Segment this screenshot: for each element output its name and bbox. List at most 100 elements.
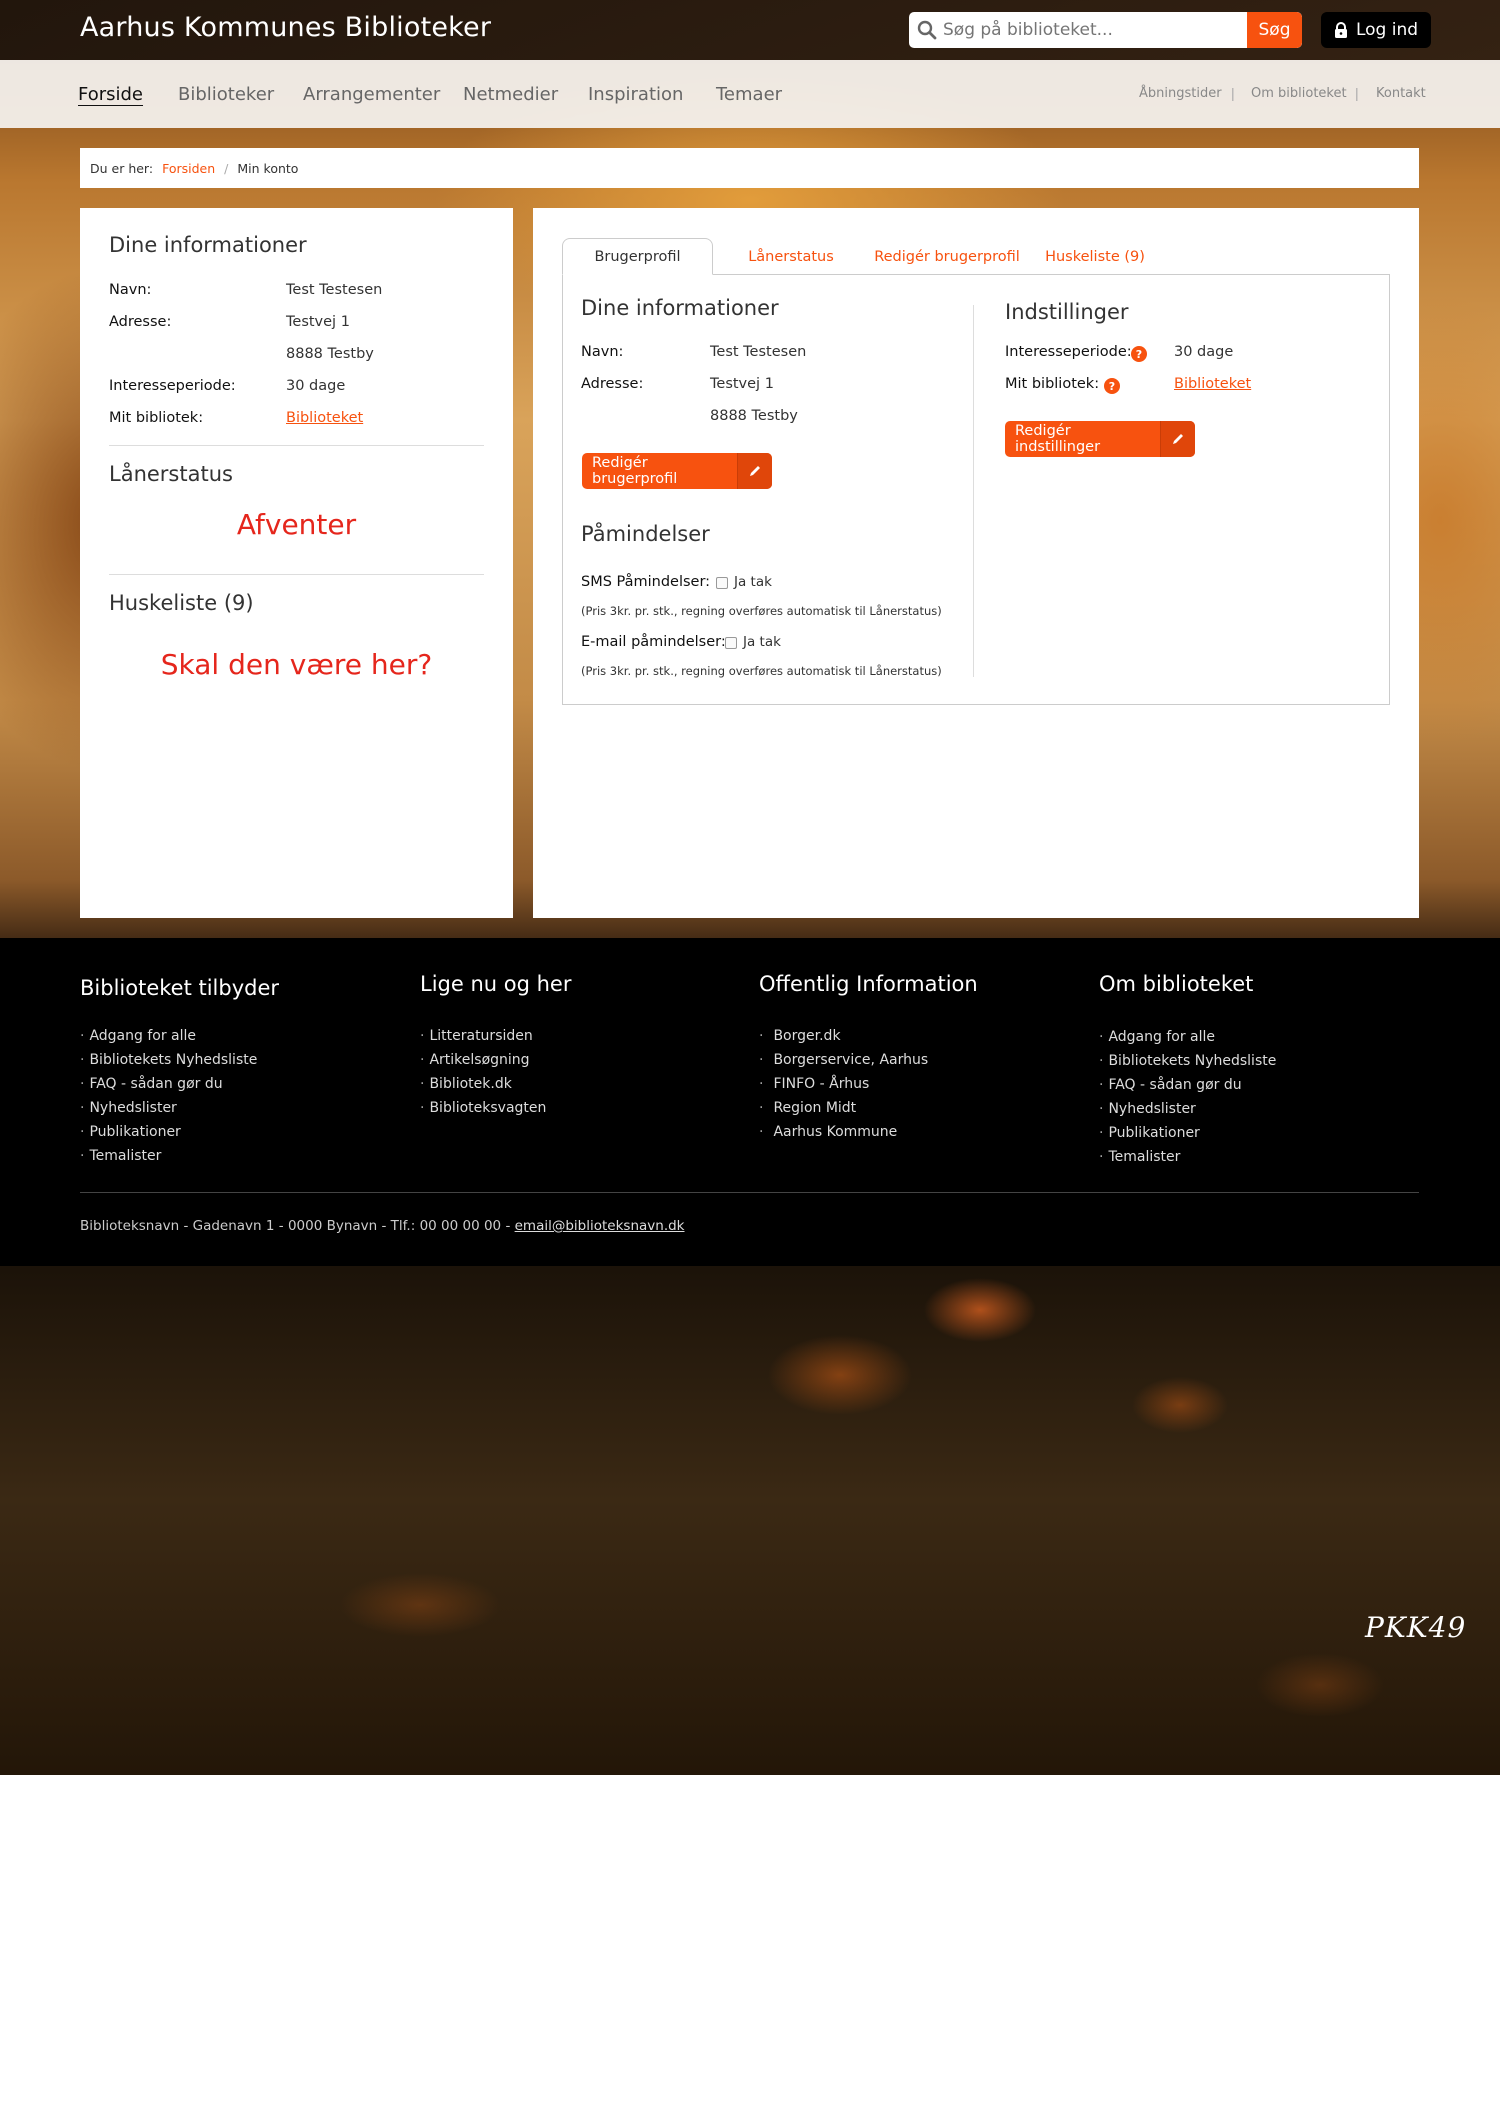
- footer-link[interactable]: · Bibliotekets Nyhedsliste: [1099, 1049, 1276, 1073]
- footer-link[interactable]: · Biblioteksvagten: [420, 1096, 546, 1120]
- footer-link[interactable]: · Adgang for alle: [80, 1024, 257, 1048]
- footer-link[interactable]: · Publikationer: [80, 1120, 257, 1144]
- loan-status-value: Afventer: [236, 508, 357, 541]
- footer-link[interactable]: · Aarhus Kommune: [759, 1120, 928, 1144]
- footer-heading: Lige nu og her: [420, 972, 572, 996]
- footer-link-list: · Adgang for alle · Bibliotekets Nyhedslis…: [1099, 1025, 1276, 1169]
- breadcrumb-home-link[interactable]: Forsiden: [162, 161, 215, 176]
- tab-brugerprofil[interactable]: Brugerprofil: [562, 238, 713, 275]
- lock-icon: [1334, 21, 1347, 38]
- main-nav: Forside Biblioteker Arrangementer Netmed…: [0, 60, 1500, 128]
- my-library-link[interactable]: Biblioteket: [286, 410, 363, 426]
- util-separator: |: [1231, 85, 1235, 101]
- footer-link[interactable]: · Temalister: [1099, 1145, 1276, 1169]
- profile-info-heading: Dine informationer: [581, 296, 779, 320]
- site-footer: Biblioteket tilbyder · Adgang for alle · B…: [0, 938, 1500, 1266]
- breadcrumb-separator: /: [224, 160, 229, 176]
- email-price-note: (Pris 3kr. pr. stk., regning overføres a…: [581, 664, 942, 678]
- my-library-label: Mit bibliotek:: [109, 410, 204, 426]
- footer-link[interactable]: · Nyhedslister: [1099, 1097, 1276, 1121]
- settings-library-label: Mit bibliotek:: [1005, 376, 1100, 392]
- footer-heading: Om biblioteket: [1099, 972, 1254, 996]
- footer-link[interactable]: · Adgang for alle: [1099, 1025, 1276, 1049]
- util-link-contact[interactable]: Kontakt: [1376, 86, 1426, 101]
- account-details-panel: Brugerprofil Lånerstatus Redigér brugerp…: [533, 208, 1419, 918]
- divider: [109, 574, 484, 575]
- edit-settings-button-label: Redigér indstillinger: [1015, 423, 1101, 455]
- footer-link[interactable]: · Region Midt: [759, 1096, 928, 1120]
- profile-name-value: Test Testesen: [710, 344, 807, 360]
- footer-divider: [80, 1192, 1419, 1193]
- edit-profile-button[interactable]: Redigér brugerprofil: [582, 453, 772, 489]
- address-line1: Testvej 1: [286, 314, 350, 330]
- nav-item-inspiration[interactable]: Inspiration: [588, 84, 683, 105]
- settings-interest-value: 30 dage: [1174, 344, 1234, 360]
- tab-content: Dine informationer Navn: Test Testesen A…: [562, 274, 1390, 705]
- sms-reminder-option[interactable]: Ja tak: [734, 574, 772, 590]
- name-value: Test Testesen: [286, 282, 383, 298]
- footer-link[interactable]: · FINFO - Århus: [759, 1072, 928, 1096]
- nav-item-forside[interactable]: Forside: [78, 84, 143, 105]
- interest-period-label: Interesseperiode:: [109, 378, 236, 394]
- breadcrumb: Du er her: Forsiden / Min konto: [80, 148, 1419, 188]
- footer-link[interactable]: · Artikelsøgning: [420, 1048, 546, 1072]
- wishlist-heading[interactable]: Huskeliste (9): [109, 591, 254, 615]
- tab-huskeliste[interactable]: Huskeliste (9): [1040, 238, 1150, 275]
- nav-item-netmedier[interactable]: Netmedier: [463, 84, 558, 105]
- settings-library-link[interactable]: Biblioteket: [1174, 376, 1251, 392]
- sms-reminder-checkbox[interactable]: [716, 577, 728, 589]
- watermark: PKK49: [1365, 1611, 1467, 1644]
- site-title[interactable]: Aarhus Kommunes Biblioteker: [80, 12, 491, 43]
- footer-link[interactable]: · Nyhedslister: [80, 1096, 257, 1120]
- search-input[interactable]: [943, 12, 1243, 48]
- email-reminder-label: E-mail påmindelser:: [581, 634, 726, 650]
- util-link-opening-hours[interactable]: Åbningstider: [1139, 86, 1222, 101]
- pencil-icon: [736, 453, 772, 489]
- util-link-about[interactable]: Om biblioteket: [1251, 86, 1347, 101]
- footer-link[interactable]: · Borgerservice, Aarhus: [759, 1048, 928, 1072]
- footer-link-list: · Adgang for alle · Bibliotekets Nyhedslis…: [80, 1024, 257, 1168]
- breadcrumb-label: Du er her:: [90, 160, 154, 176]
- search-button[interactable]: Søg: [1247, 12, 1302, 48]
- top-bar: Aarhus Kommunes Biblioteker Søg Log ind: [0, 0, 1500, 60]
- help-icon[interactable]: ?: [1104, 378, 1120, 394]
- info-heading: Dine informationer: [109, 233, 307, 257]
- login-label: Log ind: [1355, 20, 1419, 40]
- nav-item-temaer[interactable]: Temaer: [716, 84, 782, 105]
- footer-link[interactable]: · FAQ - sådan gør du: [1099, 1073, 1276, 1097]
- footer-link[interactable]: · Bibliotek.dk: [420, 1072, 546, 1096]
- footer-link[interactable]: · Temalister: [80, 1144, 257, 1168]
- footer-link[interactable]: · Bibliotekets Nyhedsliste: [80, 1048, 257, 1072]
- tab-bar: Brugerprofil Lånerstatus Redigér brugerp…: [562, 238, 1390, 275]
- address-label: Adresse:: [109, 314, 172, 330]
- footer-link[interactable]: · Publikationer: [1099, 1121, 1276, 1145]
- edit-settings-button[interactable]: Redigér indstillinger: [1005, 421, 1195, 457]
- tab-laanerstatus[interactable]: Lånerstatus: [727, 238, 855, 275]
- email-reminder-option[interactable]: Ja tak: [743, 634, 781, 650]
- divider: [109, 445, 484, 446]
- footer-link-list: · Borger.dk · Borgerservice, Aarhus · FINFO…: [759, 1024, 928, 1144]
- settings-heading: Indstillinger: [1005, 300, 1129, 324]
- footer-link[interactable]: · Borger.dk: [759, 1024, 928, 1048]
- footer-email-link[interactable]: email@biblioteksnavn.dk: [515, 1218, 685, 1234]
- login-button[interactable]: Log ind: [1321, 12, 1431, 48]
- footer-link-list: · Litteratursiden · Artikelsøgning · Biblio…: [420, 1024, 546, 1120]
- tab-rediger-brugerprofil[interactable]: Redigér brugerprofil: [862, 238, 1032, 275]
- settings-interest-label: Interesseperiode:: [1005, 344, 1132, 360]
- footer-address: Biblioteksnavn - Gadenavn 1 - 0000 Bynav…: [80, 1218, 685, 1234]
- util-separator: |: [1355, 85, 1359, 101]
- footer-address-text: Biblioteksnavn - Gadenavn 1 - 0000 Bynav…: [80, 1218, 515, 1234]
- help-icon[interactable]: ?: [1131, 346, 1147, 362]
- loan-status-heading: Lånerstatus: [109, 462, 233, 486]
- profile-address-line2: 8888 Testby: [710, 408, 798, 424]
- profile-name-label: Navn:: [581, 344, 624, 360]
- profile-address-label: Adresse:: [581, 376, 644, 392]
- pencil-icon: [1159, 421, 1195, 457]
- nav-item-biblioteker[interactable]: Biblioteker: [178, 84, 274, 105]
- nav-item-arrangementer[interactable]: Arrangementer: [303, 84, 440, 105]
- sms-reminder-label: SMS Påmindelser:: [581, 574, 711, 590]
- email-reminder-checkbox[interactable]: [725, 637, 737, 649]
- name-label: Navn:: [109, 282, 152, 298]
- footer-link[interactable]: · FAQ - sådan gør du: [80, 1072, 257, 1096]
- footer-link[interactable]: · Litteratursiden: [420, 1024, 546, 1048]
